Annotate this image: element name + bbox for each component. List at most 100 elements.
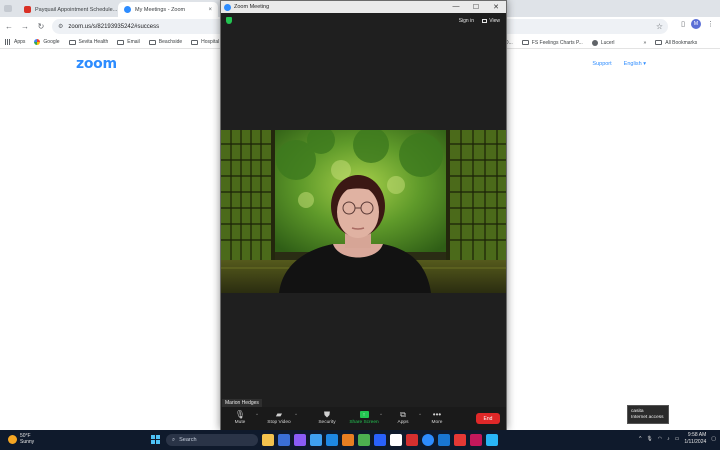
folder-icon — [655, 40, 663, 45]
windows-logo-icon — [156, 440, 160, 444]
overflow-chevron-icon: » — [643, 39, 647, 46]
windows-logo-icon — [151, 440, 155, 444]
app-icon[interactable] — [262, 434, 274, 446]
app-icon[interactable] — [278, 434, 290, 446]
control-label: Mute — [234, 420, 246, 425]
encryption-shield-icon[interactable] — [226, 17, 232, 24]
participant-video[interactable] — [221, 130, 506, 293]
app-icon[interactable] — [454, 434, 466, 446]
app-icon[interactable] — [310, 434, 322, 446]
control-label: More — [431, 420, 443, 425]
chevron-up-icon[interactable]: ^ — [639, 436, 641, 442]
bookmarks-overflow-button[interactable]: » — [643, 40, 646, 46]
wifi-icon[interactable]: ◠ — [658, 436, 662, 442]
weather-widget[interactable]: 50°F Sunny — [8, 433, 34, 445]
view-button[interactable]: View — [482, 18, 500, 24]
more-button[interactable]: ••• More — [421, 410, 453, 425]
language-selector[interactable]: English ▾ — [624, 61, 646, 67]
share-screen-button[interactable]: ↑ ^ Share Screen — [348, 410, 382, 425]
tab-search-icon[interactable] — [4, 5, 12, 12]
share-screen-icon: ↑ — [359, 411, 369, 418]
bookmark-apps[interactable]: Apps — [5, 39, 25, 45]
chevron-up-icon[interactable]: ^ — [380, 412, 382, 417]
security-button[interactable]: ⛊ Security — [311, 410, 343, 425]
all-bookmarks-button[interactable]: All Bookmarks — [655, 40, 697, 46]
taskbar-search[interactable]: ⌕ Search — [166, 434, 258, 446]
zoom-meeting-window: Zoom Meeting — ☐ ✕ Sign in View Marion H… — [220, 0, 507, 430]
folder-icon — [521, 40, 529, 45]
side-panel-icon[interactable]: ▯ — [681, 20, 685, 28]
bookmark-sevita-health[interactable]: Sevita Health — [68, 39, 108, 45]
profile-avatar[interactable]: M — [691, 19, 701, 29]
tab-my-meetings[interactable]: My Meetings - Zoom × — [118, 2, 218, 17]
bookmark-label: Beachside — [158, 39, 183, 45]
menu-kebab-icon[interactable]: ⋮ — [707, 20, 714, 28]
weather-condition: Sunny — [20, 439, 35, 445]
windows-logo-icon — [151, 435, 155, 439]
end-meeting-button[interactable]: End — [476, 413, 500, 424]
app-icon[interactable] — [358, 434, 370, 446]
start-button[interactable] — [151, 435, 160, 444]
apps-button[interactable]: ⧉ ^ Apps — [387, 410, 421, 425]
app-icon[interactable] — [294, 434, 306, 446]
sign-in-button[interactable]: Sign in — [459, 18, 474, 24]
bookmark-beachside[interactable]: Beachside — [148, 39, 183, 45]
bookmarks-right-group: D... FS Feelings Charts P... Lucerl » Al… — [505, 36, 706, 49]
reload-button[interactable]: ↻ — [34, 20, 48, 34]
forward-button[interactable]: → — [18, 20, 32, 34]
clock-time: 9:58 AM — [687, 432, 707, 438]
app-icon[interactable] — [470, 434, 482, 446]
zoom-logo[interactable]: zoom — [76, 56, 117, 72]
tab-close-icon[interactable]: × — [208, 7, 212, 13]
zoom-window-titlebar[interactable]: Zoom Meeting — ☐ ✕ — [221, 1, 506, 13]
bookmark-star-icon[interactable]: ☆ — [656, 22, 663, 31]
bookmark-email[interactable]: Email — [117, 39, 140, 45]
support-link[interactable]: Support — [592, 61, 611, 67]
zoom-favicon-icon — [124, 6, 131, 13]
tab-payquail[interactable]: Payquail Appointment Schedule... × — [18, 2, 120, 17]
volume-icon[interactable]: ♪ — [667, 436, 670, 442]
network-tooltip: casita Internet access — [627, 405, 669, 424]
app-icon[interactable] — [390, 434, 402, 446]
notifications-icon[interactable]: ▢ — [711, 436, 716, 442]
participant-name-label: Marion Hedges — [222, 399, 262, 407]
system-tray: ^ 🎙 ◠ ♪ ▭ 9:58 AM 1/11/2024 ▢ — [639, 432, 716, 446]
app-icon[interactable] — [326, 434, 338, 446]
clock[interactable]: 9:58 AM 1/11/2024 — [684, 432, 706, 446]
back-button[interactable]: ← — [2, 20, 16, 34]
video-camera-icon: ▰ — [275, 410, 283, 419]
zoom-app-icon — [224, 3, 231, 11]
control-label: Share Screen — [349, 420, 379, 425]
view-grid-icon — [482, 19, 488, 23]
maximize-button[interactable]: ☐ — [466, 3, 486, 11]
window-controls: — ☐ ✕ — [446, 3, 506, 11]
app-icon[interactable] — [406, 434, 418, 446]
sun-icon — [8, 434, 17, 444]
minimize-button[interactable]: — — [446, 3, 466, 11]
app-icon[interactable] — [438, 434, 450, 446]
app-icon[interactable] — [342, 434, 354, 446]
windows-taskbar: 50°F Sunny ⌕ Search ^ 🎙 ◠ ♪ ▭ 9:58 AM 1/… — [0, 430, 720, 450]
site-icon — [591, 39, 598, 46]
meeting-controls-bar: 🎙 ^ Mute ▰ ^ Stop Video ⛊ Security ↑ ^ S… — [221, 407, 506, 430]
battery-icon[interactable]: ▭ — [675, 436, 680, 442]
site-info-icon[interactable]: ⚙ — [58, 23, 63, 30]
bookmark-hospital[interactable]: Hospital — [191, 39, 219, 45]
bookmark-lucerl[interactable]: Lucerl — [591, 39, 614, 46]
folder-icon — [191, 39, 199, 45]
close-button[interactable]: ✕ — [486, 3, 506, 11]
search-placeholder: Search — [179, 437, 197, 443]
microphone-icon[interactable]: 🎙 — [646, 436, 652, 442]
bookmark-feelings-charts[interactable]: FS Feelings Charts P... — [521, 40, 583, 46]
bookmark-label: Hospital — [201, 39, 220, 45]
tab-title: Payquail Appointment Schedule... — [35, 6, 118, 13]
stop-video-button[interactable]: ▰ ^ Stop Video — [263, 410, 297, 425]
app-icon[interactable] — [374, 434, 386, 446]
chevron-up-icon[interactable]: ^ — [295, 412, 297, 417]
mute-button[interactable]: 🎙 ^ Mute — [224, 410, 258, 425]
app-icon[interactable] — [486, 434, 498, 446]
chevron-up-icon[interactable]: ^ — [256, 412, 258, 417]
bookmark-label: Email — [127, 39, 140, 45]
zoom-taskbar-icon[interactable] — [422, 434, 434, 446]
bookmark-google[interactable]: Google — [34, 39, 60, 45]
